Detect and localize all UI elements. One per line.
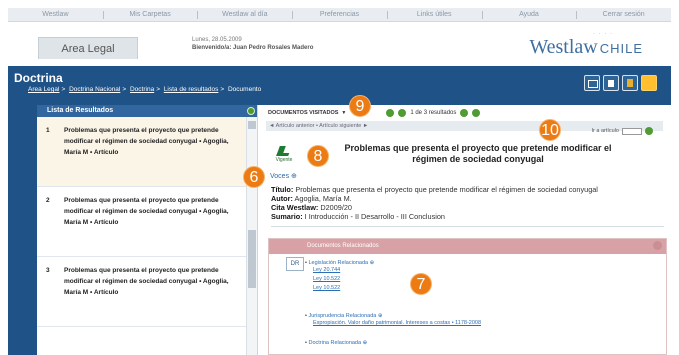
previous-result-icon[interactable] xyxy=(398,109,407,117)
result-position: 1 de 3 resultados xyxy=(410,110,457,116)
nav-ayuda[interactable]: Ayuda xyxy=(481,8,577,21)
doctrine-heading[interactable]: Doctrina Relacionada ⊕ xyxy=(305,340,367,346)
print-icon[interactable] xyxy=(603,75,619,91)
callout-badge-10: 10 xyxy=(539,119,561,141)
welcome-user: Bienvenido/a: Juan Pedro Rosales Madero xyxy=(192,45,314,51)
legislation-section: Legislación Relacionada ⊕ Ley 20.744 Ley… xyxy=(305,260,374,293)
law-link-3[interactable]: Ley 10.522 xyxy=(313,284,374,293)
page-header: Area Legal Lunes, 28.05.2009 Bienvenido/… xyxy=(8,26,671,66)
document-title: Problemas que presenta el proyecto que p… xyxy=(344,143,612,164)
result-number: 2 xyxy=(46,197,50,204)
nav-westlaw[interactable]: Westlaw xyxy=(8,8,103,21)
section-title: Doctrina xyxy=(14,71,63,85)
results-list: 1 Problemas que presenta el proyecto que… xyxy=(37,117,246,355)
title-label: Título: xyxy=(271,185,294,194)
result-text: Problemas que presenta el proyecto que p… xyxy=(64,127,229,156)
area-legal-tab[interactable]: Area Legal xyxy=(38,37,138,59)
result-item-1[interactable]: 1 Problemas que presenta el proyecto que… xyxy=(37,117,246,187)
result-text: Problemas que presenta el proyecto que p… xyxy=(64,197,229,226)
go-to-article-label: Ir a artículo xyxy=(591,128,619,134)
document-details: Título: Problemas que presenta el proyec… xyxy=(271,185,666,221)
result-number: 1 xyxy=(46,127,50,134)
author-label: Autor: xyxy=(271,194,293,203)
first-result-icon[interactable] xyxy=(386,109,395,117)
go-to-article: Ir a artículo xyxy=(591,127,653,135)
callout-badge-8: 8 xyxy=(307,145,329,167)
result-item-2[interactable]: 2 Problemas que presenta el proyecto que… xyxy=(37,187,246,257)
email-icon[interactable] xyxy=(584,75,600,91)
callout-badge-9: 9 xyxy=(349,95,371,117)
westlaw-chile-logo: Westlaw CHILE xyxy=(529,36,643,59)
document-content: Documentos visitados 1 de 3 resultados ◄… xyxy=(258,105,671,355)
vigente-status: Vigente xyxy=(275,146,293,163)
nav-cerrar-sesion[interactable]: Cerrar sesión xyxy=(576,8,671,21)
scroll-up-button[interactable] xyxy=(248,121,256,129)
document-toolbar: Documentos visitados 1 de 3 resultados xyxy=(258,105,671,121)
logo-westlaw: Westlaw xyxy=(529,36,598,58)
results-scrollbar[interactable] xyxy=(246,117,257,355)
breadcrumb-area-legal[interactable]: Area Legal xyxy=(28,86,59,93)
session-date: Lunes, 28.05.2009 xyxy=(192,37,242,43)
summary-value: I Introducción - II Desarrollo - III Con… xyxy=(304,212,445,221)
dr-badge: DR xyxy=(286,257,304,271)
session-info: Lunes, 28.05.2009 Bienvenido/a: Juan Ped… xyxy=(192,36,313,52)
breadcrumb-lista-resultados[interactable]: Lista de resultados xyxy=(164,86,219,93)
last-result-icon[interactable] xyxy=(472,109,481,117)
citation-label: Cita Westlaw: xyxy=(271,203,319,212)
breadcrumb-current: Documento xyxy=(227,86,262,93)
top-navigation: Westlaw Mis Carpetas Westlaw al día Pref… xyxy=(8,8,671,22)
nav-westlaw-al-dia[interactable]: Westlaw al día xyxy=(197,8,292,21)
nav-links-utiles[interactable]: Links útiles xyxy=(386,8,482,21)
scroll-thumb[interactable] xyxy=(248,230,256,288)
jurisprudence-link[interactable]: Expropiación. Valor daño patrimonial. In… xyxy=(313,319,481,328)
nav-preferencias[interactable]: Preferencias xyxy=(292,8,387,21)
callout-badge-6: 6 xyxy=(243,166,265,188)
visited-documents-dropdown[interactable]: Documentos visitados xyxy=(268,110,346,116)
go-button-icon[interactable] xyxy=(645,127,653,135)
content-divider xyxy=(271,226,664,227)
title-value: Problemas que presenta el proyecto que p… xyxy=(295,185,598,194)
next-result-icon[interactable] xyxy=(460,109,469,117)
jurisprudence-section: Jurisprudencia Relacionada ⊕ Expropiació… xyxy=(305,313,481,328)
voces-link[interactable]: Voces ⊕ xyxy=(270,172,297,180)
summary-label: Sumario: xyxy=(271,212,303,221)
collapse-icon[interactable] xyxy=(653,241,662,250)
results-pager: 1 de 3 resultados xyxy=(386,109,481,117)
nav-mis-carpetas[interactable]: Mis Carpetas xyxy=(102,8,198,21)
results-list-header: Lista de Resultados xyxy=(37,105,257,117)
vigente-label: Vigente xyxy=(275,157,293,163)
vigente-icon xyxy=(276,146,292,156)
results-list-panel: Lista de Resultados 1 Problemas que pres… xyxy=(37,105,258,355)
breadcrumb: Area Legal > Doctrina Nacional > Doctrina >… xyxy=(28,86,262,93)
folder-icon[interactable] xyxy=(641,75,657,91)
check-icon[interactable] xyxy=(247,107,255,115)
related-documents-header: Documentos Relacionados xyxy=(269,239,666,254)
save-icon[interactable] xyxy=(622,75,638,91)
related-documents-panel: Documentos Relacionados DR Legislación R… xyxy=(268,238,667,355)
result-number: 3 xyxy=(46,267,50,274)
logo-chile: CHILE xyxy=(599,41,643,56)
breadcrumb-doctrina-nacional[interactable]: Doctrina Nacional xyxy=(69,86,120,93)
document-panel: Doctrina Area Legal > Doctrina Nacional > … xyxy=(8,66,671,355)
document-tools xyxy=(584,75,657,91)
law-link-1[interactable]: Ley 20.744 xyxy=(313,266,374,275)
article-number-input[interactable] xyxy=(622,127,642,135)
doctrine-section: Doctrina Relacionada ⊕ xyxy=(305,340,367,346)
result-text: Problemas que presenta el proyecto que p… xyxy=(64,267,229,296)
result-item-3[interactable]: 3 Problemas que presenta el proyecto que… xyxy=(37,257,246,327)
breadcrumb-doctrina[interactable]: Doctrina xyxy=(130,86,154,93)
author-value: Agoglia, María M. xyxy=(294,194,352,203)
law-link-2[interactable]: Ley 10.522 xyxy=(313,275,374,284)
callout-badge-7: 7 xyxy=(410,273,432,295)
citation-value: D2009/20 xyxy=(320,203,352,212)
